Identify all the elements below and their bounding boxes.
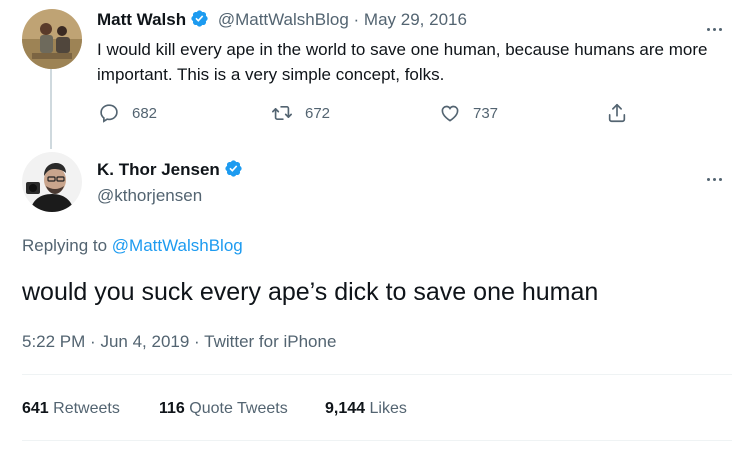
meta-separator: ·: [90, 332, 96, 351]
parent-handle[interactable]: @MattWalshBlog: [218, 10, 349, 29]
likes-label: Likes: [369, 400, 407, 417]
verified-badge-icon: [190, 9, 209, 34]
parent-date[interactable]: May 29, 2016: [364, 10, 467, 29]
thread-connector: [50, 69, 52, 149]
share-button[interactable]: [606, 102, 640, 124]
parent-tweet-text: I would kill every ape in the world to s…: [97, 40, 708, 84]
meta-separator: ·: [194, 332, 200, 351]
heart-icon: [441, 105, 459, 122]
like-count: 737: [473, 104, 499, 122]
replying-to-prefix: Replying to: [22, 236, 112, 255]
parent-tweet-header: Matt Walsh @MattWalshBlog · May 29, 2016: [97, 9, 467, 34]
reply-button[interactable]: 682: [98, 102, 157, 124]
main-avatar[interactable]: [22, 152, 82, 212]
main-author-row: K. Thor Jensen: [97, 159, 243, 184]
verified-badge-icon: [224, 159, 243, 184]
main-more-options-icon[interactable]: [707, 168, 729, 181]
likes-count: 9,144: [325, 400, 366, 417]
main-handle[interactable]: @kthorjensen: [97, 185, 202, 207]
likes-stat[interactable]: 9,144 Likes: [325, 398, 407, 420]
retweets-stat[interactable]: 641 Retweets: [22, 398, 120, 420]
tweet-meta: 5:22 PM · Jun 4, 2019 · Twitter for iPho…: [22, 331, 336, 353]
main-tweet-text: would you suck every ape’s dick to save …: [22, 278, 599, 306]
tweet-date[interactable]: Jun 4, 2019: [100, 332, 189, 351]
reply-icon: [100, 104, 118, 123]
replying-to-link[interactable]: @MattWalshBlog: [112, 236, 243, 255]
parent-avatar[interactable]: [22, 9, 82, 69]
like-button[interactable]: 737: [439, 102, 498, 124]
avatar-photo: [22, 9, 82, 69]
divider-top: [22, 374, 732, 375]
tweet-time[interactable]: 5:22 PM: [22, 332, 85, 351]
retweet-icon: [272, 106, 292, 120]
quote-tweets-stat[interactable]: 116 Quote Tweets: [159, 398, 288, 420]
tweet-source[interactable]: Twitter for iPhone: [204, 332, 336, 351]
parent-more-options-icon[interactable]: [707, 18, 729, 31]
avatar-photo: [22, 152, 82, 212]
divider-bottom: [22, 440, 732, 441]
retweets-count: 641: [22, 400, 49, 417]
retweets-label: Retweets: [53, 400, 120, 417]
share-icon: [608, 103, 626, 123]
header-separator: ·: [353, 10, 360, 29]
quote-tweets-label: Quote Tweets: [189, 400, 288, 417]
quote-tweets-count: 116: [159, 400, 185, 417]
retweet-button[interactable]: 672: [271, 102, 330, 124]
replying-to-line: Replying to @MattWalshBlog: [22, 235, 243, 257]
parent-author-name[interactable]: Matt Walsh: [97, 10, 186, 29]
main-author-name[interactable]: K. Thor Jensen: [97, 160, 220, 179]
reply-count: 682: [132, 104, 158, 122]
retweet-count: 672: [305, 104, 331, 122]
